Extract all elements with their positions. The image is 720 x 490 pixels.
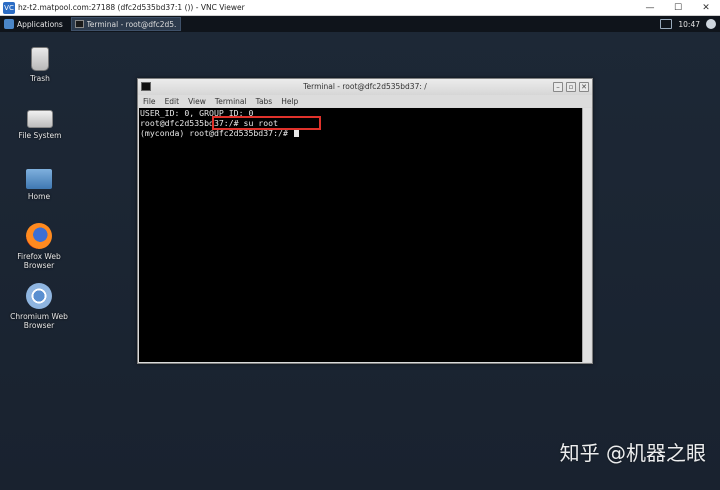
- terminal-close-button[interactable]: ✕: [579, 82, 589, 92]
- display-icon[interactable]: [660, 19, 673, 29]
- applications-menu-button[interactable]: Applications: [0, 16, 67, 32]
- terminal-icon: [74, 20, 84, 28]
- firefox-icon: [26, 223, 52, 249]
- terminal-line: USER_ID: 0, GROUP_ID: 0: [140, 108, 254, 118]
- terminal-window[interactable]: Terminal - root@dfc2d535bd37: / – ▫ ✕ Fi…: [137, 78, 593, 364]
- home-folder-icon: [26, 169, 52, 189]
- terminal-output[interactable]: USER_ID: 0, GROUP_ID: 0 root@dfc2d535bd3…: [139, 108, 583, 362]
- desktop-icon-label: File System: [18, 131, 62, 140]
- vnc-titlebar: VC hz-t2.matpool.com:27188 (dfc2d535bd37…: [0, 0, 720, 16]
- desktop-icon-home[interactable]: Home: [7, 166, 71, 201]
- menu-edit[interactable]: Edit: [165, 97, 180, 106]
- close-button[interactable]: ✕: [692, 0, 720, 16]
- desktop-icon-label: Chromium Web Browser: [10, 312, 68, 330]
- maximize-button[interactable]: ☐: [664, 0, 692, 16]
- minimize-button[interactable]: —: [636, 0, 664, 16]
- menu-terminal[interactable]: Terminal: [215, 97, 247, 106]
- taskbar-item-label: Terminal - root@dfc2d5...: [86, 19, 177, 29]
- panel-tray: 10:47: [660, 16, 716, 32]
- terminal-minimize-button[interactable]: –: [553, 82, 563, 92]
- chromium-icon: [26, 283, 52, 309]
- terminal-line: root@dfc2d535bd37:/# su root: [140, 118, 279, 128]
- taskbar-item-terminal[interactable]: Terminal - root@dfc2d5...: [70, 17, 181, 31]
- menu-tabs[interactable]: Tabs: [256, 97, 273, 106]
- desktop-icon-trash[interactable]: Trash: [8, 47, 72, 83]
- terminal-cursor: [293, 129, 299, 137]
- terminal-window-controls: – ▫ ✕: [553, 82, 589, 92]
- watermark: 知乎 @机器之眼: [559, 441, 706, 465]
- desktop-icon-chromium[interactable]: Chromium Web Browser: [7, 283, 71, 330]
- trash-icon: [31, 47, 49, 71]
- top-panel: Applications Terminal - root@dfc2d5...: [0, 16, 720, 32]
- terminal-prompt-line: (myconda) root@dfc2d535bd37:/#: [139, 128, 583, 138]
- terminal-title: Terminal - root@dfc2d535bd37: /: [303, 82, 427, 91]
- command-highlight-box: [212, 116, 321, 130]
- desktop-icon-firefox[interactable]: Firefox Web Browser: [7, 223, 71, 270]
- menu-file[interactable]: File: [143, 97, 156, 106]
- desktop-icon-label: Home: [27, 192, 51, 201]
- user-icon[interactable]: [706, 19, 716, 29]
- menu-view[interactable]: View: [188, 97, 206, 106]
- terminal-menubar: File Edit View Terminal Tabs Help: [138, 95, 592, 107]
- applications-icon: [4, 19, 14, 29]
- terminal-scrollbar[interactable]: [582, 108, 591, 362]
- desktop-icon-file-system[interactable]: File System: [8, 106, 72, 140]
- menu-help[interactable]: Help: [281, 97, 298, 106]
- panel-clock[interactable]: 10:47: [678, 20, 700, 29]
- vnc-window-title: hz-t2.matpool.com:27188 (dfc2d535bd37:1 …: [18, 3, 245, 12]
- vnc-window-controls: — ☐ ✕: [636, 0, 720, 16]
- desktop-icon-label: Firefox Web Browser: [17, 252, 61, 270]
- applications-label: Applications: [17, 19, 63, 29]
- desktop-icon-label: Trash: [30, 74, 50, 83]
- vnc-app-icon: VC: [3, 1, 15, 14]
- terminal-titlebar[interactable]: Terminal - root@dfc2d535bd37: / – ▫ ✕: [138, 79, 592, 95]
- drive-icon: [27, 110, 53, 128]
- terminal-maximize-button[interactable]: ▫: [566, 82, 576, 92]
